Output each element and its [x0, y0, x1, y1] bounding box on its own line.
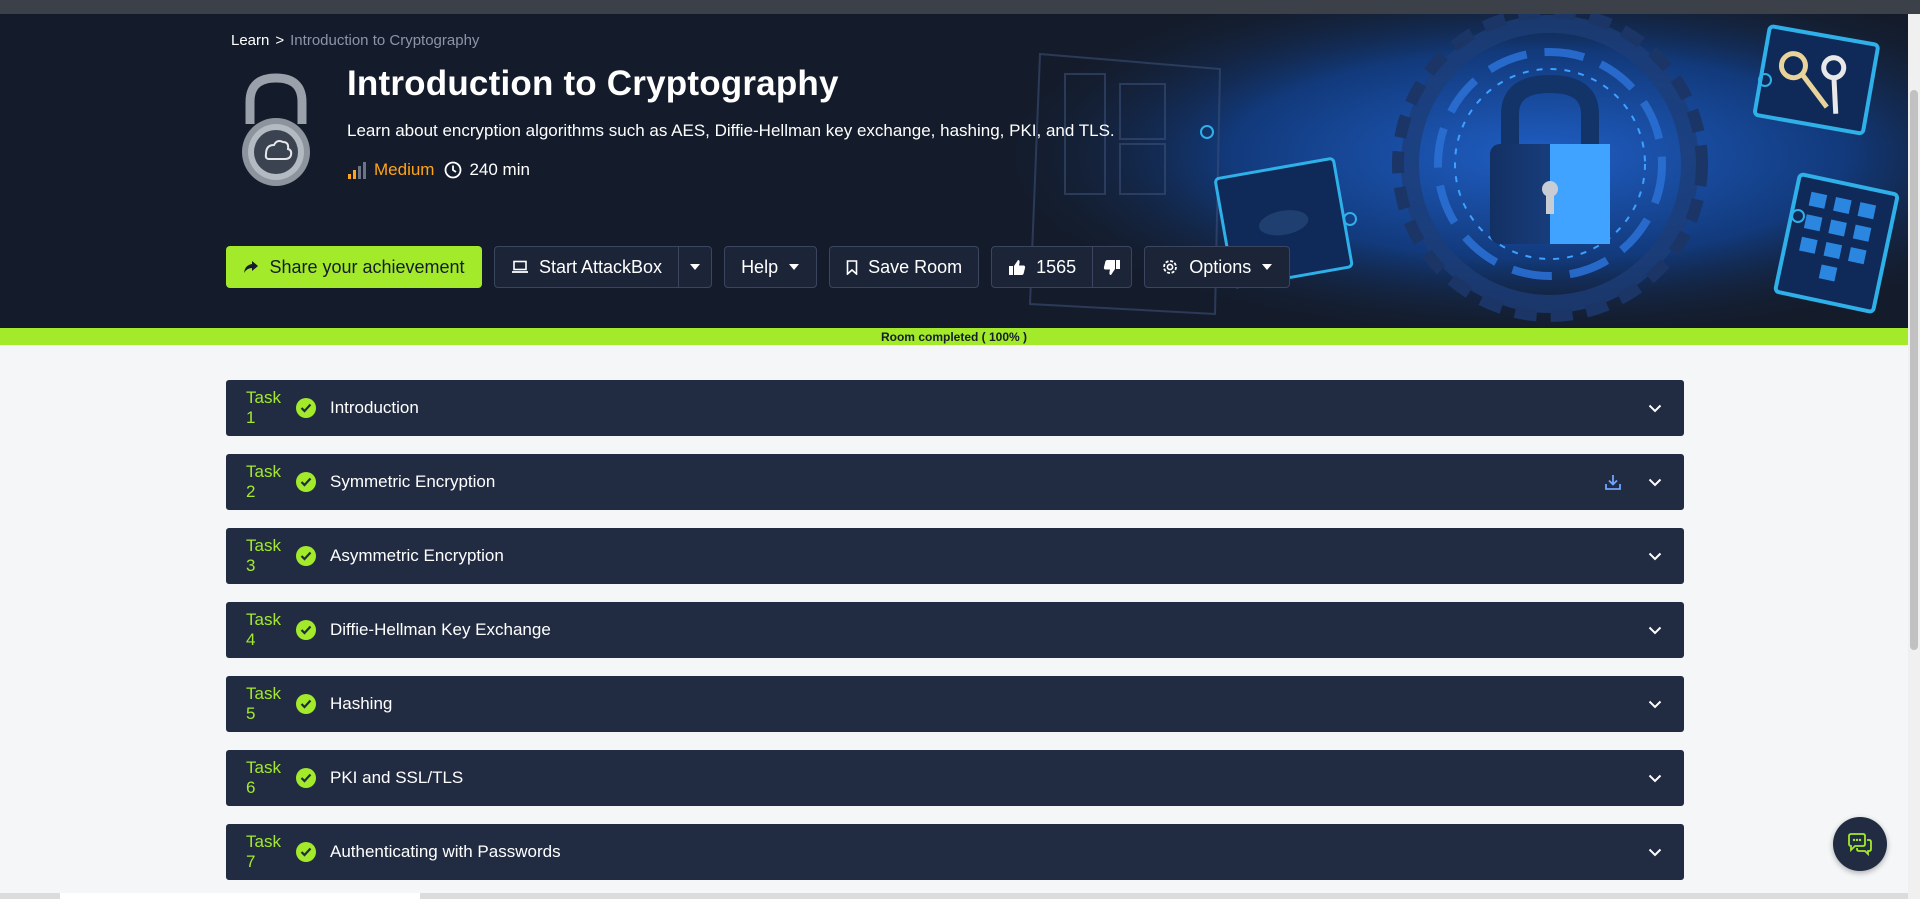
caret-down-icon — [690, 264, 701, 270]
save-room-button[interactable]: Save Room — [829, 246, 980, 288]
save-room-label: Save Room — [868, 256, 963, 277]
chat-button[interactable] — [1833, 817, 1887, 871]
check-circle-icon — [296, 842, 316, 862]
difficulty-badge: Medium — [347, 160, 434, 180]
task-row[interactable]: Task 2 Symmetric Encryption — [226, 454, 1684, 510]
task-row[interactable]: Task 6 PKI and SSL/TLS — [226, 750, 1684, 806]
help-button[interactable]: Help — [724, 246, 818, 288]
room-meta: Medium 240 min — [347, 160, 530, 180]
chevron-down-icon[interactable] — [1646, 473, 1664, 491]
thumbs-down-icon — [1104, 259, 1121, 275]
scrollbar-thumb[interactable] — [1910, 90, 1918, 650]
breadcrumb-learn-link[interactable]: Learn — [231, 32, 269, 49]
caret-down-icon — [789, 264, 800, 270]
duration-badge: 240 min — [444, 160, 530, 180]
thumbs-up-icon — [1009, 259, 1026, 275]
task-number: Task 1 — [246, 388, 281, 427]
gear-icon — [1163, 260, 1178, 274]
breadcrumb-separator: > — [275, 32, 285, 49]
task-number: Task 6 — [246, 758, 281, 797]
task-list: Task 1 Introduction Task 2 Symmetric Encryp… — [226, 380, 1684, 898]
start-attackbox-button[interactable]: Start AttackBox — [495, 247, 678, 287]
check-circle-icon — [296, 398, 316, 418]
attackbox-button-group: Start AttackBox — [494, 246, 713, 288]
check-circle-icon — [296, 694, 316, 714]
help-label: Help — [741, 256, 779, 277]
room-actions: Share your achievement Start AttackBox H… — [226, 246, 1291, 288]
check-circle-icon — [296, 546, 316, 566]
dislike-button[interactable] — [1092, 247, 1131, 287]
check-circle-icon — [296, 768, 316, 788]
task-title: Hashing — [330, 694, 393, 713]
task-row[interactable]: Task 4 Diffie-Hellman Key Exchange — [226, 602, 1684, 658]
task-number: Task 3 — [246, 536, 281, 575]
task-row[interactable]: Task 3 Asymmetric Encryption — [226, 528, 1684, 584]
share-arrow-icon — [244, 261, 259, 273]
task-row[interactable]: Task 5 Hashing — [226, 676, 1684, 732]
breadcrumb: Learn > Introduction to Cryptography — [231, 32, 479, 49]
bottom-strip-segment — [60, 893, 420, 899]
task-title: PKI and SSL/TLS — [330, 768, 464, 787]
task-number: Task 2 — [246, 462, 281, 501]
like-button[interactable]: 1565 — [992, 247, 1092, 287]
room-description: Learn about encryption algorithms such a… — [347, 121, 1115, 140]
check-circle-icon — [296, 472, 316, 492]
signal-bars-icon — [348, 162, 366, 179]
vote-button-group: 1565 — [991, 246, 1133, 288]
chat-icon — [1848, 833, 1872, 856]
bottom-strip — [0, 893, 1908, 899]
share-label: Share your achievement — [269, 256, 465, 277]
task-row[interactable]: Task 7 Authenticating with Passwords — [226, 824, 1684, 880]
task-title: Symmetric Encryption — [330, 472, 496, 491]
page-scrollbar[interactable] — [1908, 14, 1920, 899]
difficulty-label: Medium — [374, 160, 435, 179]
share-achievement-button[interactable]: Share your achievement — [226, 246, 482, 288]
chevron-down-icon[interactable] — [1646, 843, 1664, 861]
task-number: Task 5 — [246, 684, 281, 723]
download-icon[interactable] — [1604, 473, 1622, 491]
options-label: Options — [1189, 256, 1252, 277]
attackbox-label: Start AttackBox — [539, 256, 663, 277]
room-header: Learn > Introduction to Cryptography Int… — [0, 14, 1908, 328]
chevron-down-icon[interactable] — [1646, 695, 1664, 713]
room-progress-bar: Room completed ( 100% ) — [0, 328, 1908, 345]
task-row[interactable]: Task 1 Introduction — [226, 380, 1684, 436]
chevron-down-icon[interactable] — [1646, 621, 1664, 639]
task-title: Authenticating with Passwords — [330, 842, 561, 861]
like-count: 1565 — [1036, 256, 1077, 277]
laptop-icon — [512, 260, 528, 273]
task-number: Task 7 — [246, 832, 281, 871]
check-circle-icon — [296, 620, 316, 640]
room-padlock-icon — [242, 73, 310, 186]
chevron-down-icon[interactable] — [1646, 399, 1664, 417]
room-title: Introduction to Cryptography — [347, 64, 839, 103]
breadcrumb-current: Introduction to Cryptography — [290, 32, 480, 49]
task-title: Introduction — [330, 398, 419, 417]
options-button[interactable]: Options — [1144, 246, 1291, 288]
bookmark-icon — [846, 259, 858, 275]
attackbox-dropdown-button[interactable] — [678, 247, 711, 287]
clock-icon — [445, 161, 462, 179]
chevron-down-icon[interactable] — [1646, 769, 1664, 787]
caret-down-icon — [1262, 264, 1273, 270]
task-title: Asymmetric Encryption — [330, 546, 504, 565]
task-title: Diffie-Hellman Key Exchange — [330, 620, 551, 639]
browser-top-strip — [0, 0, 1920, 14]
duration-label: 240 min — [469, 160, 530, 179]
task-number: Task 4 — [246, 610, 281, 649]
chevron-down-icon[interactable] — [1646, 547, 1664, 565]
progress-label: Room completed ( 100% ) — [880, 329, 1028, 344]
